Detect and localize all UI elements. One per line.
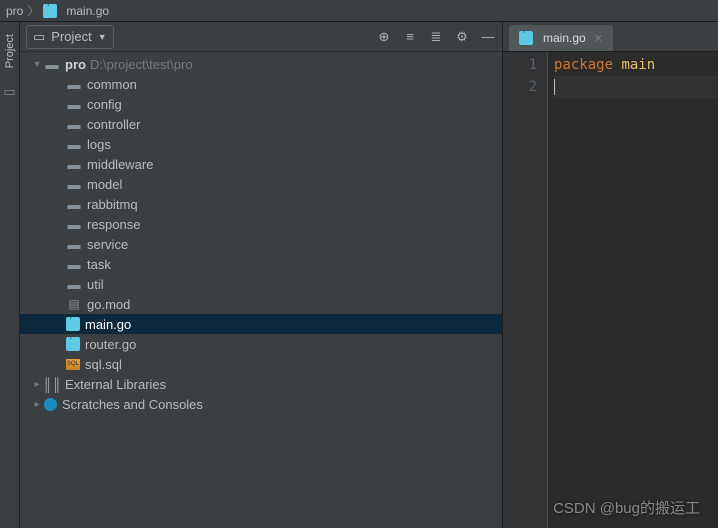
- folder-icon: ▬: [66, 156, 82, 172]
- tree-file-label: main.go: [85, 317, 131, 332]
- tree-folder-label: logs: [87, 137, 111, 152]
- tree-file-label: router.go: [85, 337, 136, 352]
- hide-icon[interactable]: —: [480, 29, 496, 45]
- locate-icon[interactable]: ⊕: [376, 29, 392, 45]
- tree-folder-label: util: [87, 277, 104, 292]
- tree-file-gomod[interactable]: ▤ go.mod: [20, 294, 502, 314]
- line-number: 2: [503, 76, 537, 98]
- project-tool-tab[interactable]: Project: [4, 34, 16, 68]
- go-file-icon: [43, 4, 57, 18]
- cursor: [554, 79, 555, 95]
- tree-folder-label: response: [87, 217, 140, 232]
- breadcrumb: pro 〉 main.go: [0, 0, 718, 22]
- tree-label: Scratches and Consoles: [62, 397, 203, 412]
- folder-icon: ▬: [66, 116, 82, 132]
- tree-scratches[interactable]: ▸ Scratches and Consoles: [20, 394, 502, 414]
- code-editor[interactable]: 1 2 package main: [503, 52, 718, 528]
- folder-icon: ▬: [66, 236, 82, 252]
- code-line-2: [554, 76, 718, 98]
- tree-folder[interactable]: ▬ common: [20, 74, 502, 94]
- folder-icon: ▬: [66, 96, 82, 112]
- gear-icon[interactable]: ⚙: [454, 29, 470, 45]
- folder-icon: ▬: [66, 136, 82, 152]
- tree-folder[interactable]: ▬ task: [20, 254, 502, 274]
- tree-folder[interactable]: ▬ controller: [20, 114, 502, 134]
- tree-folder[interactable]: ▬ middleware: [20, 154, 502, 174]
- library-icon: ║║: [44, 376, 60, 392]
- editor-tab-main[interactable]: main.go ✕: [509, 25, 613, 51]
- project-panel-header: ▭ Project ▼ ⊕ ≡ ≣ ⚙ —: [20, 22, 502, 52]
- watermark: CSDN @bug的搬运工: [553, 497, 700, 518]
- tree-folder-label: common: [87, 77, 137, 92]
- go-file-icon: [66, 337, 80, 351]
- tree-folder-label: rabbitmq: [87, 197, 138, 212]
- project-tree[interactable]: ▾ ▬ pro D:\project\test\pro ▬ common ▬ con…: [20, 52, 502, 528]
- tree-file-router[interactable]: router.go: [20, 334, 502, 354]
- sql-file-icon: SQL: [66, 359, 80, 370]
- tree-folder-label: controller: [87, 117, 140, 132]
- go-file-icon: [66, 317, 80, 331]
- folder-icon: ▬: [44, 56, 60, 72]
- folder-icon: ▬: [66, 196, 82, 212]
- tree-folder[interactable]: ▬ config: [20, 94, 502, 114]
- project-view-icon: ▭: [33, 29, 45, 45]
- tool-window-bar-left: Project ▭: [0, 22, 20, 528]
- gomod-icon: ▤: [66, 296, 82, 312]
- line-number: 1: [503, 54, 537, 76]
- tree-root-label: pro: [65, 57, 86, 72]
- tree-folder[interactable]: ▬ service: [20, 234, 502, 254]
- expand-all-icon[interactable]: ≡: [402, 29, 418, 45]
- tree-folder-label: model: [87, 177, 122, 192]
- structure-tool-icon[interactable]: ▭: [3, 84, 15, 100]
- folder-icon: ▬: [66, 76, 82, 92]
- chevron-right-icon[interactable]: ▸: [30, 399, 44, 410]
- code-content[interactable]: package main: [548, 52, 718, 528]
- tree-label: External Libraries: [65, 377, 166, 392]
- project-view-selector[interactable]: ▭ Project ▼: [26, 25, 114, 49]
- gutter: 1 2: [503, 52, 548, 528]
- tree-file-label: sql.sql: [85, 357, 122, 372]
- tree-folder[interactable]: ▬ logs: [20, 134, 502, 154]
- collapse-all-icon[interactable]: ≣: [428, 29, 444, 45]
- tree-folder-label: service: [87, 237, 128, 252]
- tree-folder-label: task: [87, 257, 111, 272]
- tree-root[interactable]: ▾ ▬ pro D:\project\test\pro: [20, 54, 502, 74]
- project-view-label: Project: [51, 29, 91, 44]
- keyword: package: [554, 57, 613, 73]
- go-file-icon: [519, 31, 533, 45]
- project-panel: ▭ Project ▼ ⊕ ≡ ≣ ⚙ — ▾ ▬ pro D:\project…: [20, 22, 503, 528]
- tree-file-main[interactable]: main.go: [20, 314, 502, 334]
- chevron-right-icon: 〉: [27, 2, 39, 19]
- tree-file-label: go.mod: [87, 297, 130, 312]
- folder-icon: ▬: [66, 276, 82, 292]
- editor-area: main.go ✕ 1 2 package main: [503, 22, 718, 528]
- chevron-down-icon[interactable]: ▾: [30, 59, 44, 70]
- tree-root-path: D:\project\test\pro: [90, 57, 193, 72]
- tree-folder-label: middleware: [87, 157, 153, 172]
- editor-tabs: main.go ✕: [503, 22, 718, 52]
- tree-external-libs[interactable]: ▸ ║║ External Libraries: [20, 374, 502, 394]
- code-line-1: package main: [554, 54, 718, 76]
- tree-file-sql[interactable]: SQL sql.sql: [20, 354, 502, 374]
- identifier: main: [621, 57, 655, 73]
- tree-folder[interactable]: ▬ util: [20, 274, 502, 294]
- editor-tab-label: main.go: [543, 31, 586, 45]
- folder-icon: ▬: [66, 216, 82, 232]
- scratches-icon: [44, 398, 57, 411]
- tree-folder[interactable]: ▬ response: [20, 214, 502, 234]
- tree-folder-label: config: [87, 97, 122, 112]
- breadcrumb-file[interactable]: main.go: [66, 4, 109, 18]
- breadcrumb-root[interactable]: pro: [6, 4, 23, 18]
- tree-folder[interactable]: ▬ model: [20, 174, 502, 194]
- folder-icon: ▬: [66, 256, 82, 272]
- folder-icon: ▬: [66, 176, 82, 192]
- chevron-down-icon: ▼: [98, 32, 107, 42]
- tree-folder[interactable]: ▬ rabbitmq: [20, 194, 502, 214]
- close-icon[interactable]: ✕: [594, 32, 603, 45]
